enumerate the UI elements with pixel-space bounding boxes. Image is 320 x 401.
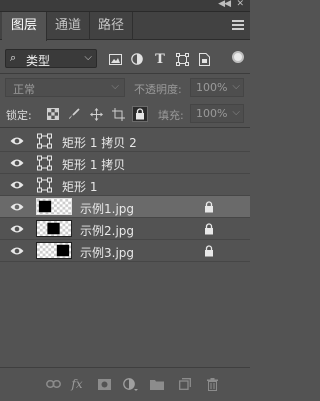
lock-label: 锁定: [6, 109, 32, 122]
layers-footer-toolbar: fx [0, 367, 250, 401]
eye-icon[interactable] [10, 179, 24, 191]
layers-list: 矩形 1 拷贝 2 矩形 1 拷贝 矩形 1 示例1.jpg 示例2.jpg 示… [0, 130, 250, 262]
divider [0, 127, 250, 128]
fill-value: 100% [196, 107, 228, 120]
new-adjustment-layer-icon[interactable] [122, 376, 138, 392]
search-icon: ⌕ [10, 51, 17, 64]
layer-name: 矩形 1 拷贝 [62, 158, 126, 172]
layer-row[interactable]: 示例3.jpg [0, 240, 250, 262]
close-panel-icon[interactable]: ✕ [236, 0, 244, 9]
filter-kind-label: 类型 [26, 54, 51, 68]
layer-row[interactable]: 矩形 1 拷贝 2 [0, 130, 250, 152]
blend-mode-label: 正常 [13, 83, 35, 96]
blend-mode-select[interactable]: 正常 ⌵ [5, 78, 125, 97]
lock-image-pixels-icon[interactable] [67, 107, 81, 121]
opacity-value: 100% [196, 81, 228, 94]
eye-icon[interactable] [10, 245, 24, 257]
shape-layer-icon [37, 155, 52, 171]
lock-all-icon[interactable] [132, 106, 148, 122]
chevron-down-icon: ⌵ [84, 52, 92, 63]
chevron-down-icon: ⌵ [111, 81, 119, 92]
layer-thumbnail [36, 220, 72, 237]
type-filter-icon[interactable]: T [153, 52, 167, 67]
new-layer-icon[interactable] [177, 376, 193, 392]
blend-row: 正常 ⌵ 不透明度: 100% ⌵ [0, 76, 250, 100]
opacity-label: 不透明度: [134, 83, 182, 96]
layer-name: 矩形 1 [62, 180, 98, 194]
image-filter-icon[interactable] [108, 52, 122, 66]
layer-row[interactable]: 矩形 1 拷贝 [0, 152, 250, 174]
fill-field[interactable]: 100% ⌵ [190, 104, 244, 123]
eye-icon[interactable] [10, 157, 24, 169]
lock-icon [205, 223, 213, 235]
lock-row: 锁定: 填充: 100% ⌵ [0, 102, 250, 126]
smart-object-filter-icon[interactable] [197, 52, 211, 66]
trash-icon[interactable] [204, 376, 220, 392]
divider [0, 73, 250, 74]
layer-name: 示例3.jpg [80, 246, 135, 260]
tab-layers[interactable]: 图层 [2, 12, 47, 41]
collapse-panel-icon[interactable]: ◀◀ [218, 0, 231, 9]
fill-label: 填充: [158, 109, 184, 122]
layer-row[interactable]: 示例2.jpg [0, 218, 250, 240]
filter-kind-select[interactable]: ⌕ 类型 ⌵ [5, 49, 97, 68]
eye-icon[interactable] [10, 135, 24, 147]
tab-channels[interactable]: 通道 [47, 12, 90, 40]
panel-menu-icon[interactable] [232, 20, 244, 30]
layer-filter-row: ⌕ 类型 ⌵ T [0, 42, 250, 72]
add-mask-icon[interactable] [96, 376, 112, 392]
lock-artboard-icon[interactable] [111, 107, 125, 121]
lock-transparent-pixels-icon[interactable] [46, 107, 60, 121]
lock-icon [205, 201, 213, 213]
layer-name: 矩形 1 拷贝 2 [62, 136, 137, 150]
eye-icon[interactable] [10, 201, 24, 213]
panel-topbar: ◀◀ ✕ [0, 0, 250, 12]
layer-row-selected[interactable]: 示例1.jpg [0, 196, 250, 218]
shape-layer-icon [37, 133, 52, 149]
lock-position-icon[interactable] [89, 107, 103, 121]
filter-toggle-switch[interactable] [232, 51, 244, 63]
layer-name: 示例1.jpg [80, 202, 135, 216]
opacity-field[interactable]: 100% ⌵ [190, 78, 244, 97]
panel-tabs: 图层 通道 路径 [0, 12, 250, 41]
tab-paths[interactable]: 路径 [90, 12, 133, 40]
lock-icon [205, 245, 213, 257]
layer-thumbnail [36, 242, 72, 259]
adjustment-filter-icon[interactable] [130, 52, 144, 66]
new-group-folder-icon[interactable] [149, 376, 165, 392]
layer-name: 示例2.jpg [80, 224, 135, 238]
layer-thumbnail [36, 198, 72, 215]
layer-style-fx-icon[interactable]: fx [69, 376, 85, 392]
chevron-down-icon: ⌵ [232, 107, 240, 118]
chevron-down-icon: ⌵ [232, 81, 240, 92]
layer-row[interactable]: 矩形 1 [0, 174, 250, 196]
shape-layer-icon [37, 177, 52, 193]
link-layers-icon[interactable] [45, 376, 61, 392]
shape-filter-icon[interactable] [175, 52, 189, 66]
eye-icon[interactable] [10, 223, 24, 235]
